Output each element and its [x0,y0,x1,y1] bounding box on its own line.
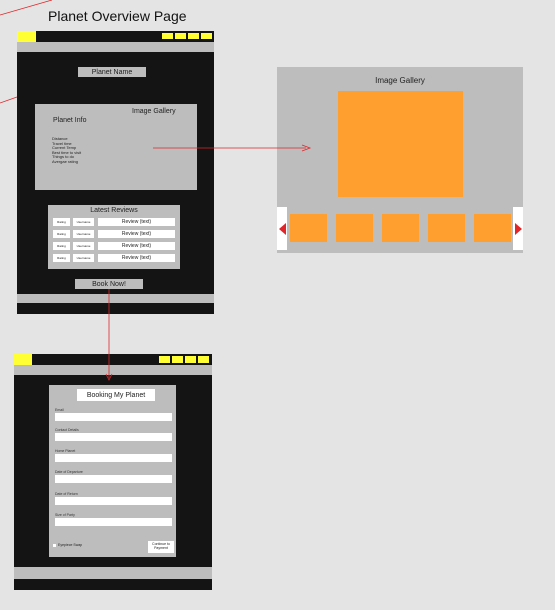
arrow-right-icon [514,222,522,235]
overview-logo [17,31,36,42]
booking-nav-button-3[interactable] [185,356,196,363]
latest-reviews-title: Latest Reviews [90,207,138,214]
gallery-thumbnail[interactable] [336,214,373,242]
review-text: Review (text) [98,242,175,250]
review-row: Rating Username Review (text) [53,230,175,238]
offscreen-connector-top [0,0,53,16]
departure-date-field[interactable] [55,475,172,483]
home-planet-field[interactable] [55,454,172,462]
offscreen-connector-left [0,96,18,104]
email-field[interactable] [55,413,172,421]
page-title: Planet Overview Page [48,8,187,24]
contact-details-label: Contact Details [55,428,79,432]
review-rating: Rating [53,218,70,226]
review-rating: Rating [53,242,70,250]
home-planet-label: Home Planet [55,449,76,453]
booking-nav-button-4[interactable] [198,356,209,363]
overview-subbar [17,42,214,52]
booking-subbar [14,365,212,375]
review-text: Review (text) [98,254,175,262]
info-item: Avergae rating [52,158,78,164]
arrow-left-icon [278,222,286,235]
review-text: Review (text) [98,230,175,238]
overview-footer-lower [17,303,214,314]
review-row: Rating Username Review (text) [53,242,175,250]
party-size-field[interactable] [55,518,172,526]
review-username: Username [73,254,94,262]
gallery-title: Image Gallery [375,76,425,85]
book-now-button[interactable]: Book Now! [75,279,143,289]
overview-nav-button-4[interactable] [201,33,212,39]
booking-logo [14,354,32,365]
review-text: Review (text) [98,218,175,226]
booking-nav-button-1[interactable] [159,356,170,363]
review-username: Username [73,242,94,250]
overview-nav-button-3[interactable] [188,33,199,39]
image-gallery-link[interactable]: Image Gallery [132,108,176,115]
gallery-thumbnail[interactable] [474,214,511,242]
eyepiece-swap-checkbox[interactable] [53,544,56,547]
booking-form-title: Booking My Planet [77,389,155,401]
review-row: Rating Username Review (text) [53,254,175,262]
return-date-field[interactable] [55,497,172,505]
gallery-main-image [338,91,463,197]
review-username: Username [73,230,94,238]
overview-footer-upper [17,294,214,303]
return-date-label: Date of Return [55,492,78,496]
email-label: Email [55,408,64,412]
gallery-thumbnail[interactable] [382,214,419,242]
overview-nav-button-2[interactable] [175,33,186,39]
review-rating: Rating [53,254,70,262]
planet-name-heading: Planet Name [78,67,146,77]
gallery-prev-button[interactable] [277,207,287,250]
booking-footer-upper [14,567,212,579]
party-size-label: Size of Party [55,513,75,517]
booking-nav-button-2[interactable] [172,356,183,363]
booking-footer-lower [14,579,212,590]
eyepiece-swap-label: Eyepiece Swap [58,543,83,547]
review-row: Rating Username Review (text) [53,218,175,226]
review-rating: Rating [53,230,70,238]
continue-to-payment-button[interactable]: Continue to Payment [148,541,174,553]
contact-details-field[interactable] [55,433,172,441]
overview-nav-button-1[interactable] [162,33,173,39]
planet-info-title: Planet Info [53,117,87,124]
departure-date-label: Date of Departure [55,470,83,474]
gallery-next-button[interactable] [513,207,523,250]
gallery-thumbnail[interactable] [290,214,327,242]
planet-info-list: Distance Travel time Current Temp Best t… [52,136,122,165]
review-username: Username [73,218,94,226]
gallery-thumbnail[interactable] [428,214,465,242]
